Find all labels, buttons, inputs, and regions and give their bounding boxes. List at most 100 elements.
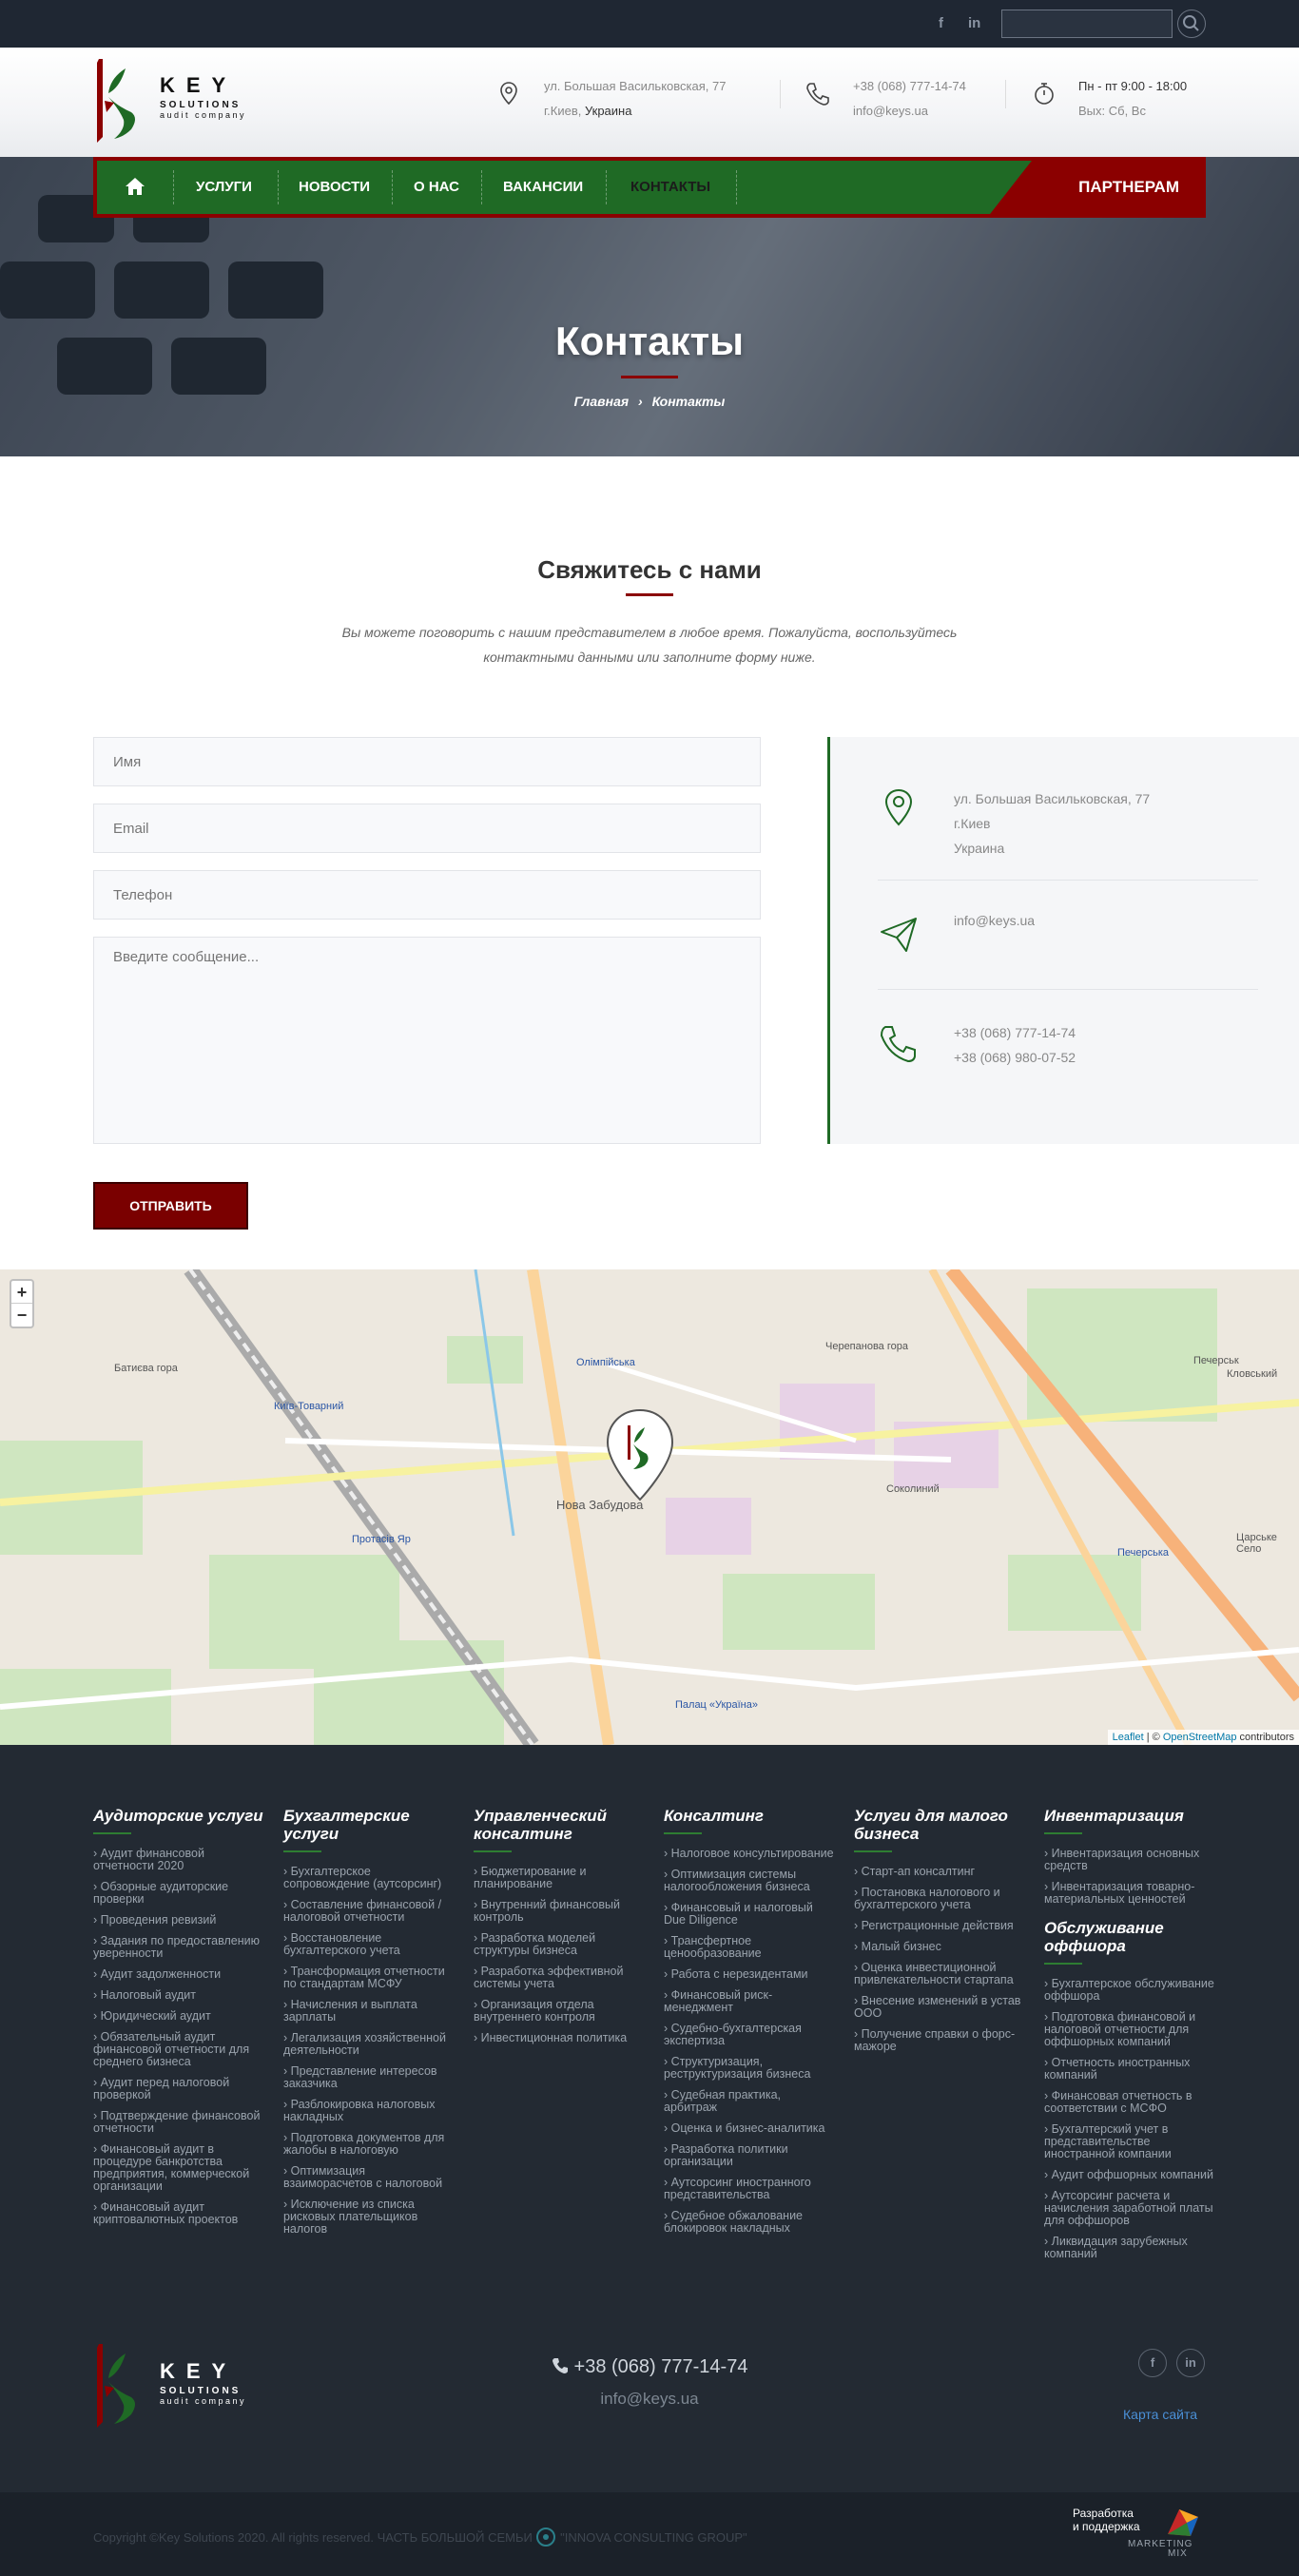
home-icon[interactable] (124, 176, 146, 197)
footer-link[interactable]: › Судебно-бухгалтерская экспертиза (664, 2023, 835, 2047)
footer-link[interactable]: › Бюджетирование и планирование (474, 1866, 645, 1890)
header-email-link[interactable]: info@keys.ua (853, 99, 966, 124)
footer-link[interactable]: › Оптимизация взаиморасчетов с налоговой (283, 2165, 455, 2190)
footer-link[interactable]: › Аудит задолженности (93, 1968, 264, 1981)
footer-link[interactable]: › Получение справки о форс-мажоре (854, 2028, 1025, 2053)
nav-item-services[interactable]: УСЛУГИ (196, 161, 252, 214)
footer-link[interactable]: › Проведения ревизий (93, 1914, 264, 1927)
footer-link[interactable]: › Ликвидация зарубежных компаний (1044, 2236, 1215, 2260)
chevron-right-icon: › (93, 1967, 101, 1981)
contact-heading: Свяжитесь с нами (537, 555, 762, 584)
footer-link[interactable]: › Оценка инвестиционной привлекательност… (854, 1962, 1025, 1986)
message-field[interactable] (93, 937, 761, 1144)
innova-link[interactable]: "INNOVA CONSULTING GROUP" (560, 2530, 747, 2545)
footer-link[interactable]: › Налоговый аудит (93, 1989, 264, 2002)
footer-link[interactable]: › Бухгалтерское обслуживание оффшора (1044, 1978, 1215, 2003)
footer-link[interactable]: › Разработка эффективной системы учета (474, 1966, 645, 1990)
chevron-right-icon: › (93, 1847, 101, 1860)
name-field[interactable] (93, 737, 761, 786)
map-marker-icon[interactable] (605, 1408, 675, 1503)
search-input[interactable] (1001, 10, 1173, 38)
nav-item-news[interactable]: НОВОСТИ (299, 161, 370, 214)
footer-link[interactable]: › Бухгалтерское сопровождение (аутсорсин… (283, 1866, 455, 1890)
footer-link[interactable]: › Юридический аудит (93, 2010, 264, 2023)
header-phone-link[interactable]: +38 (068) 777-14-74 (853, 74, 966, 99)
footer-link[interactable]: › Разблокировка налоговых накладных (283, 2099, 455, 2123)
footer-link[interactable]: › Аутсорсинг расчета и начисления зарабо… (1044, 2190, 1215, 2227)
footer-facebook-icon[interactable]: f (1138, 2349, 1167, 2377)
footer-link[interactable]: › Подтверждение финансовой отчетности (93, 2110, 264, 2135)
footer-link[interactable]: › Отчетность иностранных компаний (1044, 2057, 1215, 2082)
footer-link[interactable]: › Аудит оффшорных компаний (1044, 2169, 1215, 2181)
footer-link[interactable]: › Финансовая отчетность в соответствии с… (1044, 2090, 1215, 2115)
zoom-in-button[interactable]: + (11, 1281, 32, 1304)
footer-link[interactable]: › Постановка налогового и бухгалтерского… (854, 1887, 1025, 1911)
footer-link[interactable]: › Финансовый аудит в процедуре банкротст… (93, 2143, 264, 2193)
footer-link[interactable]: › Обязательный аудит финансовой отчетнос… (93, 2031, 264, 2068)
submit-button[interactable]: ОТПРАВИТЬ (93, 1182, 248, 1230)
footer-link[interactable]: › Старт-ап консалтинг (854, 1866, 1025, 1878)
footer-link[interactable]: › Аудит перед налоговой проверкой (93, 2077, 264, 2101)
footer-link[interactable]: › Регистрационные действия (854, 1920, 1025, 1932)
footer-phone[interactable]: +38 (068) 777-14-74 (0, 2356, 1299, 2378)
footer-link[interactable]: › Оценка и бизнес-аналитика (664, 2122, 835, 2135)
linkedin-icon[interactable]: in (968, 15, 980, 31)
footer-link[interactable]: › Финансовый аудит криптовалютных проект… (93, 2201, 264, 2226)
nav-item-contacts[interactable]: КОНТАКТЫ (630, 161, 710, 214)
info-email[interactable]: info@keys.ua (954, 908, 1035, 933)
footer-linkedin-icon[interactable]: in (1176, 2349, 1205, 2377)
footer-link[interactable]: › Начисления и выплата зарплаты (283, 1999, 455, 2024)
footer-link[interactable]: › Работа с нерезидентами (664, 1968, 835, 1981)
logo[interactable]: KEY SOLUTIONS audit company (93, 59, 255, 146)
chevron-right-icon: › (854, 2027, 862, 2041)
facebook-icon[interactable]: f (939, 15, 943, 31)
sitemap-link[interactable]: Карта сайта (1123, 2407, 1197, 2422)
chevron-right-icon: › (93, 2009, 101, 2023)
partners-button[interactable]: ПАРТНЕРАМ (987, 157, 1206, 218)
footer-link[interactable]: › Структуризация, реструктуризация бизне… (664, 2056, 835, 2081)
footer-link[interactable]: › Судебное обжалование блокировок наклад… (664, 2210, 835, 2235)
footer-link[interactable]: › Внесение изменений в устав ООО (854, 1995, 1025, 2020)
footer-link[interactable]: › Разработка моделей структуры бизнеса (474, 1932, 645, 1957)
footer-link[interactable]: › Представление интересов заказчика (283, 2065, 455, 2090)
map[interactable]: Батиєва гора Київ-Товарний Олімпійська Н… (0, 1269, 1299, 1745)
email-field[interactable] (93, 804, 761, 853)
footer-link[interactable]: › Финансовый и налоговый Due Diligence (664, 1902, 835, 1927)
footer-link[interactable]: › Бухгалтерский учет в представительстве… (1044, 2123, 1215, 2160)
phone-field[interactable] (93, 870, 761, 920)
footer-link[interactable]: › Подготовка документов для жалобы в нал… (283, 2132, 455, 2157)
footer-link[interactable]: › Подготовка финансовой и налоговой отче… (1044, 2011, 1215, 2048)
footer-link[interactable]: › Малый бизнес (854, 1941, 1025, 1953)
footer-link[interactable]: › Инвестиционная политика (474, 2032, 645, 2044)
footer-link[interactable]: › Инвентаризация товарно-материальных це… (1044, 1881, 1215, 1906)
footer-link[interactable]: › Аутсорсинг иностранного представительс… (664, 2177, 835, 2201)
footer-link[interactable]: › Задания по предоставлению уверенности (93, 1935, 264, 1960)
search-button[interactable] (1177, 10, 1206, 38)
footer-link[interactable]: › Организация отдела внутреннего контрол… (474, 1999, 645, 2024)
footer-link[interactable]: › Внутренний финансовый контроль (474, 1899, 645, 1924)
footer-link[interactable]: › Судебная практика, арбитраж (664, 2089, 835, 2114)
footer-link[interactable]: › Обзорные аудиторские проверки (93, 1881, 264, 1906)
footer-link[interactable]: › Налоговое консультирование (664, 1848, 835, 1860)
footer-link[interactable]: › Финансовый риск-менеджмент (664, 1989, 835, 2014)
footer-link[interactable]: › Разработка политики организации (664, 2143, 835, 2168)
footer-link[interactable]: › Аудит финансовой отчетности 2020 (93, 1848, 264, 1872)
footer-email-link[interactable]: info@keys.ua (0, 2390, 1299, 2409)
footer-link[interactable]: › Восстановление бухгалтерского учета (283, 1932, 455, 1957)
footer-link-label: Аутсорсинг расчета и начисления заработн… (1044, 2189, 1213, 2227)
footer-link[interactable]: › Трансформация отчетности по стандартам… (283, 1966, 455, 1990)
nav-item-vacancies[interactable]: ВАКАНСИИ (503, 161, 583, 214)
divider (878, 880, 1258, 881)
footer-link[interactable]: › Трансфертное ценообразование (664, 1935, 835, 1960)
phone-icon (552, 2358, 568, 2373)
nav-item-about[interactable]: О НАС (414, 161, 459, 214)
marketing-mix-logo-icon[interactable] (1164, 2506, 1202, 2538)
footer-link[interactable]: › Легализация хозяйственной деятельности (283, 2032, 455, 2057)
breadcrumb-home-link[interactable]: Главная (574, 394, 630, 409)
footer-link[interactable]: › Оптимизация системы налогообложения би… (664, 1869, 835, 1893)
zoom-out-button[interactable]: − (11, 1304, 32, 1327)
footer-link[interactable]: › Инвентаризация основных средств (1044, 1848, 1215, 1872)
chevron-right-icon: › (93, 1880, 101, 1893)
footer-link[interactable]: › Составление финансовой / налоговой отч… (283, 1899, 455, 1924)
footer-link[interactable]: › Исключение из списка рисковых плательщ… (283, 2198, 455, 2236)
